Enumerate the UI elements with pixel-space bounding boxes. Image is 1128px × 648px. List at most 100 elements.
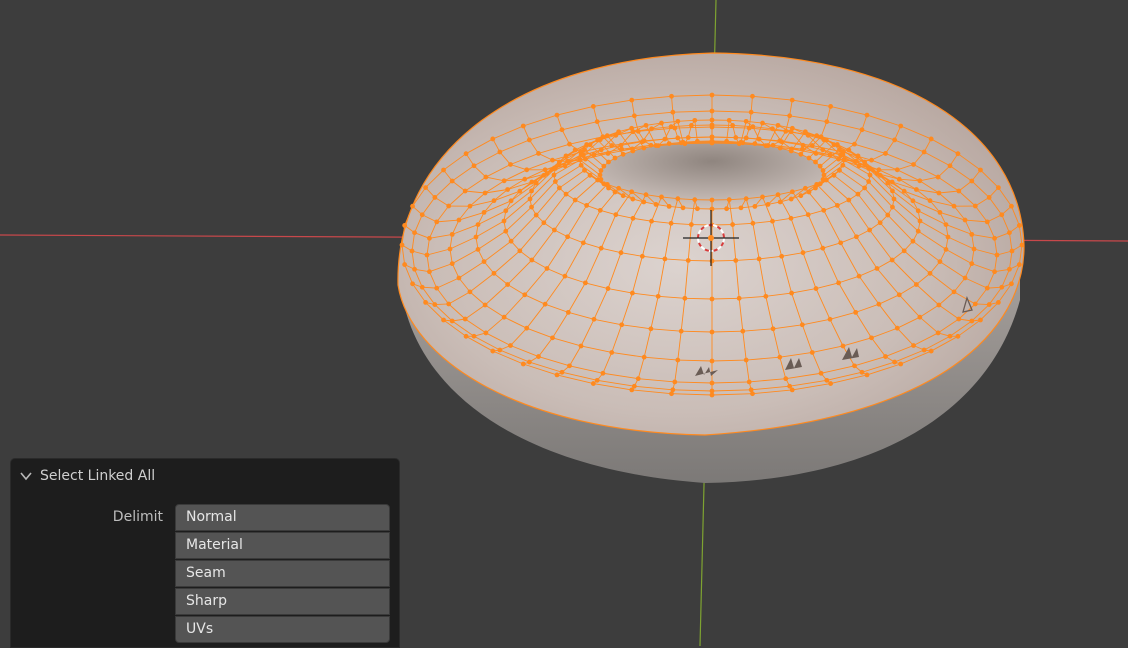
mesh-vertex xyxy=(598,173,603,178)
mesh-vertex xyxy=(810,350,815,355)
mesh-vertex xyxy=(846,198,851,203)
delimit-option-normal[interactable]: Normal xyxy=(175,504,390,531)
mesh-vertex xyxy=(450,179,455,184)
delimit-option-uvs[interactable]: UVs xyxy=(175,616,390,643)
mesh-vertex xyxy=(423,185,428,190)
delimit-option-seam[interactable]: Seam xyxy=(175,560,390,587)
mesh-vertex xyxy=(682,296,687,301)
mesh-vertex xyxy=(472,163,477,168)
mesh-vertex xyxy=(783,129,788,134)
mesh-vertex xyxy=(856,153,861,158)
mesh-vertex xyxy=(1010,249,1015,254)
mesh-vertex xyxy=(606,151,611,156)
mesh-vertex xyxy=(776,123,781,128)
mesh-vertex xyxy=(412,230,417,235)
mesh-vertex xyxy=(584,203,589,208)
delimit-option-sharp[interactable]: Sharp xyxy=(175,588,390,615)
mesh-vertex xyxy=(868,173,873,178)
mesh-vertex xyxy=(978,168,983,173)
panel-header[interactable]: Select Linked All xyxy=(11,459,399,493)
mesh-vertex xyxy=(917,315,922,320)
mesh-vertex xyxy=(644,192,649,197)
mesh-vertex xyxy=(522,292,527,297)
mesh-vertex xyxy=(579,163,584,168)
mesh-vertex xyxy=(450,261,455,266)
mesh-vertex xyxy=(818,164,823,169)
mesh-vertex xyxy=(985,219,990,224)
mesh-vertex xyxy=(832,173,837,178)
mesh-vertex xyxy=(613,156,618,161)
mesh-vertex xyxy=(852,363,857,368)
mesh-vertex xyxy=(770,219,775,224)
mesh-vertex xyxy=(482,210,487,215)
torus-mesh[interactable] xyxy=(398,53,1024,483)
mesh-vertex xyxy=(766,143,771,148)
delimit-option-material[interactable]: Material xyxy=(175,532,390,559)
mesh-vertex xyxy=(902,189,907,194)
mesh-vertex xyxy=(502,315,507,320)
mesh-vertex xyxy=(579,152,584,157)
mesh-vertex xyxy=(883,151,888,156)
mesh-vertex xyxy=(944,222,949,227)
mesh-vertex xyxy=(632,384,637,389)
mesh-vertex xyxy=(757,137,762,142)
mesh-vertex xyxy=(689,222,694,227)
mesh-vertex xyxy=(509,198,514,203)
delimit-label: Delimit xyxy=(71,508,163,526)
mesh-vertex xyxy=(911,343,916,348)
chevron-down-icon[interactable] xyxy=(20,470,32,482)
mesh-vertex xyxy=(402,262,407,267)
mesh-vertex xyxy=(502,178,507,183)
mesh-vertex xyxy=(457,218,462,223)
mesh-vertex xyxy=(869,335,874,340)
mesh-vertex xyxy=(621,152,626,157)
mesh-vertex xyxy=(969,232,974,237)
mesh-vertex xyxy=(468,289,473,294)
mesh-vertex xyxy=(777,355,782,360)
mesh-vertex xyxy=(733,135,738,140)
mesh-vertex xyxy=(482,259,487,264)
mesh-vertex xyxy=(737,296,742,301)
mesh-vertex xyxy=(898,124,903,129)
mesh-vertex xyxy=(866,179,871,184)
mesh-vertex xyxy=(686,135,691,140)
mesh-vertex xyxy=(892,138,897,143)
mesh-vertex xyxy=(601,371,606,376)
mesh-vertex xyxy=(710,381,715,386)
mesh-vertex xyxy=(1007,267,1012,272)
mesh-vertex xyxy=(536,354,541,359)
mesh-vertex xyxy=(789,197,794,202)
mesh-vertex xyxy=(922,348,927,353)
mesh-vertex xyxy=(636,129,641,134)
mesh-vertex xyxy=(573,198,578,203)
mesh-vertex xyxy=(936,191,941,196)
mesh-vertex xyxy=(820,246,825,251)
mesh-vertex xyxy=(766,202,771,207)
mesh-vertex xyxy=(897,177,902,182)
mesh-vertex xyxy=(944,247,949,252)
mesh-vertex xyxy=(963,276,968,281)
mesh-vertex xyxy=(529,205,534,210)
mesh-vertex xyxy=(505,187,510,192)
mesh-vertex xyxy=(434,219,439,224)
mesh-vertex xyxy=(840,163,845,168)
mesh-vertex xyxy=(760,121,765,126)
mesh-vertex xyxy=(659,195,664,200)
mesh-vertex xyxy=(828,317,833,322)
mesh-vertex xyxy=(670,110,675,115)
mesh-vertex xyxy=(476,222,481,227)
mesh-vertex xyxy=(992,269,997,274)
mesh-vertex xyxy=(869,158,874,163)
mesh-vertex xyxy=(553,179,558,184)
panel-title: Select Linked All xyxy=(40,467,155,485)
mesh-vertex xyxy=(763,294,768,299)
mesh-vertex xyxy=(427,236,432,241)
mesh-vertex xyxy=(427,269,432,274)
mesh-vertex xyxy=(613,212,618,217)
mesh-vertex xyxy=(521,362,526,367)
mesh-vertex xyxy=(616,186,621,191)
mesh-vertex xyxy=(552,173,557,178)
mesh-vertex xyxy=(946,235,951,240)
mesh-vertex xyxy=(1017,262,1022,267)
mesh-vertex xyxy=(591,104,596,109)
